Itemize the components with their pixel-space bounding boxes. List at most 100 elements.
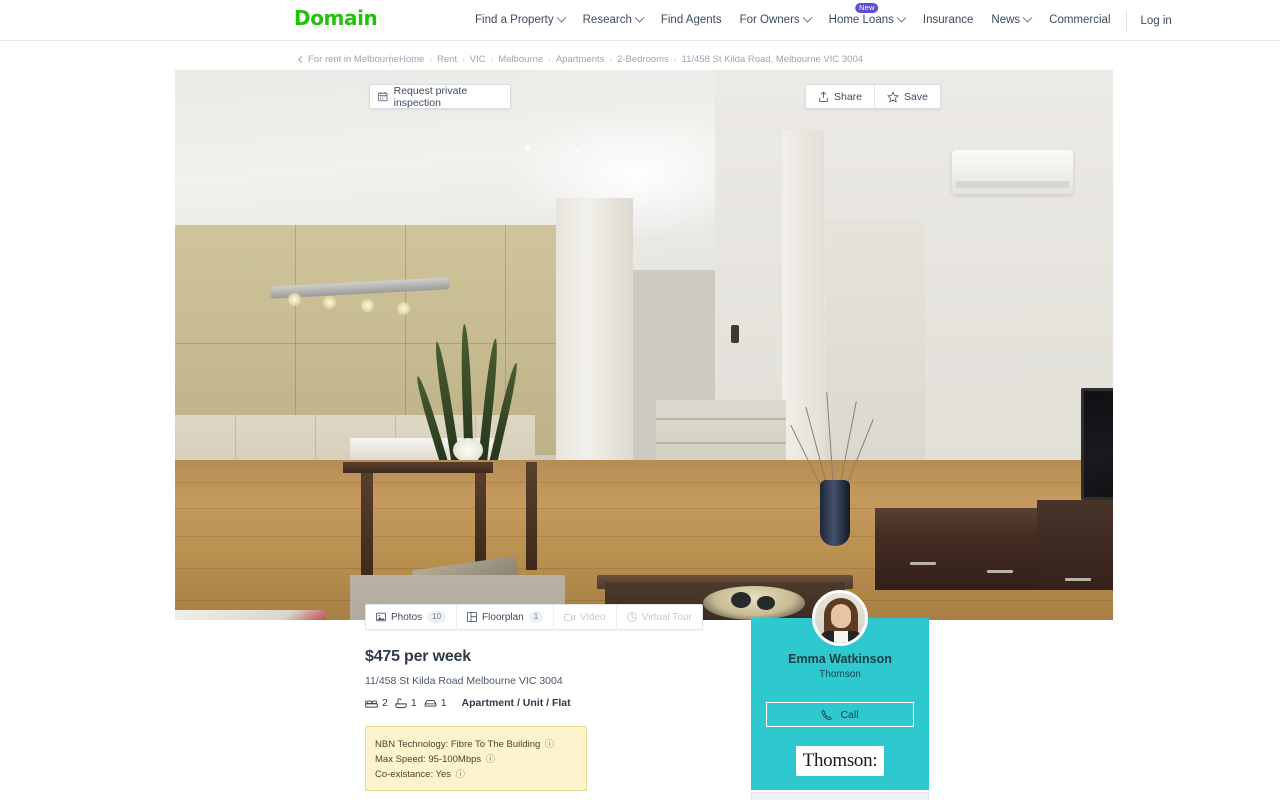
tab-virtual-tour: Virtual Tour (617, 605, 702, 629)
breadcrumb-item-2-bedrooms[interactable]: 2-Bedrooms (617, 54, 669, 65)
breadcrumb-divider (390, 52, 391, 66)
tab-photos[interactable]: Photos 10 (366, 605, 458, 629)
property-listing-page: Domain Find a Property Research Find Age… (0, 0, 1280, 800)
photo-cabinet-handle (1065, 578, 1091, 581)
breadcrumb-item-vic[interactable]: VIC (470, 54, 486, 65)
star-icon (887, 91, 899, 102)
chevron-down-icon (1022, 12, 1033, 23)
agent-agency-name: Thomson (819, 669, 861, 680)
nbn-technology-label: NBN Technology: Fibre To The Building (375, 739, 541, 750)
photo-flower (453, 438, 483, 462)
nav-item-find-a-property[interactable]: Find a Property (466, 0, 574, 41)
property-photo[interactable] (175, 70, 1113, 620)
photo-cabinet-handle (987, 570, 1013, 573)
nav-divider (1125, 9, 1127, 32)
nav-item-news[interactable]: News (982, 0, 1040, 41)
nbn-info-panel: NBN Technology: Fibre To The Building ⓘ … (365, 726, 587, 791)
listing-features: 2 1 1 Apartment / Unit / Flat (365, 697, 745, 709)
avatar-shirt (834, 631, 848, 643)
back-to-search-link[interactable]: For rent in Melbourne (297, 53, 399, 65)
breadcrumb-item-current-address: 11/458 St Kilda Road, Melbourne VIC 3004 (681, 53, 864, 65)
listing-price: $475 per week (365, 648, 471, 665)
nav-label: For Owners (739, 14, 800, 26)
info-icon[interactable]: ⓘ (486, 752, 495, 767)
nbn-max-speed-label: Max Speed: 95-100Mbps (375, 754, 482, 765)
chevron-left-icon (297, 55, 306, 63)
tab-virtual-tour-label: Virtual Tour (641, 611, 692, 623)
tab-video: Video (554, 605, 617, 629)
save-button[interactable]: Save (875, 85, 940, 108)
breadcrumb-separator: › (673, 54, 677, 64)
tab-floorplan[interactable]: Floorplan 1 (457, 605, 555, 629)
main-navigation: Find a Property Research Find Agents For… (466, 0, 1180, 41)
photo-television (1081, 388, 1113, 500)
nav-label: Insurance (922, 14, 974, 26)
photo-floor-vase (820, 480, 850, 546)
login-button[interactable]: Log in (1133, 15, 1180, 27)
photo-downlight (573, 148, 582, 155)
chevron-down-icon (634, 12, 645, 23)
nav-item-home-loans[interactable]: New Home Loans (820, 0, 914, 41)
nav-item-commercial[interactable]: Commercial (1040, 0, 1119, 41)
info-icon[interactable]: ⓘ (545, 737, 554, 752)
chevron-down-icon (556, 12, 567, 23)
nav-item-research[interactable]: Research (574, 0, 652, 41)
breadcrumb-item-rent[interactable]: Rent (437, 54, 457, 65)
share-save-group: Share Save (805, 84, 941, 109)
agency-logo[interactable]: Thomson: (796, 746, 884, 776)
chevron-down-icon (896, 12, 907, 23)
back-link-label: For rent in Melbourne (308, 53, 399, 65)
call-label: Call (840, 708, 859, 721)
photo-dining-chair (361, 470, 373, 575)
photo-door-handle (731, 325, 739, 343)
share-icon (819, 91, 828, 102)
bathrooms-count: 1 (410, 697, 417, 709)
hero-gallery[interactable]: Request private inspection Share Save (175, 70, 1113, 620)
info-icon[interactable]: ⓘ (456, 767, 465, 782)
photo-dining-chair (526, 462, 537, 570)
agent-avatar[interactable] (812, 590, 868, 646)
phone-icon (822, 709, 833, 720)
call-agent-button[interactable]: Call (766, 702, 914, 727)
share-label: Share (834, 90, 863, 103)
nav-item-insurance[interactable]: Insurance (914, 0, 983, 41)
photo-icon (376, 612, 386, 622)
photo-tv-cabinet-end (1037, 500, 1113, 590)
share-button[interactable]: Share (806, 85, 874, 108)
agent-name: Emma Watkinson (788, 652, 892, 666)
request-inspection-label: Request private inspection (393, 84, 468, 109)
floorplan-icon (467, 612, 477, 622)
photo-decorative-branches (790, 388, 875, 489)
feature-parking: 1 (424, 697, 447, 709)
breadcrumb-item-melbourne[interactable]: Melbourne (498, 54, 543, 65)
photo-light-bulb (323, 296, 336, 309)
calendar-icon (378, 92, 388, 102)
nbn-co-existance-row: Co-existance: Yes ⓘ (375, 767, 577, 782)
video-icon (564, 613, 576, 621)
nbn-technology-row: NBN Technology: Fibre To The Building ⓘ (375, 737, 577, 752)
nav-label: Find Agents (660, 14, 722, 26)
request-private-inspection-button[interactable]: Request private inspection (369, 84, 511, 109)
listing-address: 11/458 St Kilda Road Melbourne VIC 3004 (365, 675, 563, 687)
breadcrumb-item-home[interactable]: Home (399, 54, 424, 65)
nbn-co-existance-label: Co-existance: Yes (375, 769, 452, 780)
bedrooms-count: 2 (382, 697, 388, 709)
breadcrumb-separator: › (490, 54, 494, 64)
tab-floorplan-label: Floorplan (482, 611, 524, 623)
tab-floorplan-count: 1 (528, 611, 544, 623)
breadcrumb: Home › Rent › VIC › Melbourne › Apartmen… (399, 54, 863, 65)
breadcrumb-item-apartments[interactable]: Apartments (556, 54, 605, 65)
breadcrumb-separator: › (609, 54, 613, 64)
feature-bedrooms: 2 (365, 697, 388, 709)
nav-item-find-agents[interactable]: Find Agents (652, 0, 731, 41)
photo-dining-chair (475, 466, 486, 566)
domain-logo[interactable]: Domain (294, 8, 378, 28)
bath-icon (395, 697, 407, 708)
nav-item-for-owners[interactable]: For Owners (731, 0, 820, 41)
parking-count: 1 (440, 697, 447, 709)
agent-card-footer-panel (751, 792, 929, 800)
breadcrumb-separator: › (462, 54, 465, 64)
photo-downlight (523, 144, 532, 151)
photo-decorative-bowl (703, 586, 805, 620)
new-badge: New (854, 3, 879, 13)
